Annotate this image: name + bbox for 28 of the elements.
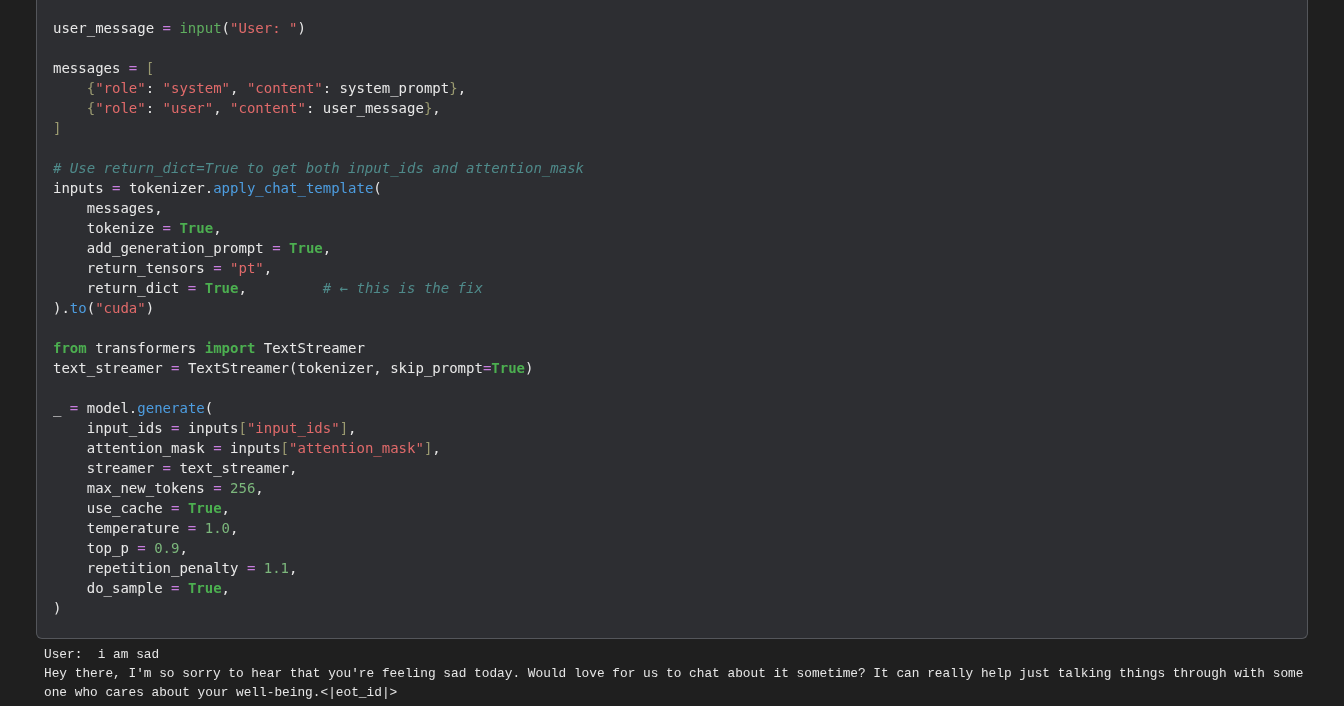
output-text: User: i am sad — [44, 646, 161, 664]
code-line: ) — [53, 599, 63, 618]
code-line: do_sample = True, — [85, 579, 232, 598]
code-line: text_streamer = TextStreamer(tokenizer, skip_prompt=True) — [53, 359, 535, 378]
code-line: input_ids = inputs["input_ids"], — [85, 419, 358, 438]
code-line: top_p = 0.9, — [85, 539, 189, 558]
code-line: tokenize = True, — [85, 219, 223, 238]
code-line: ] — [53, 119, 63, 138]
code-line: messages, — [85, 199, 164, 218]
code-line: use_cache = True, — [85, 499, 232, 518]
code-line: {"role": "user", "content": user_message}, — [85, 99, 442, 118]
code-line: max_new_tokens = 256, — [85, 479, 265, 498]
output-text: Hey there, I'm so sorry to hear that you're feeling sad today. Would love for us to chat about it sometime? It can really help just talking things through with someone who cares about your well-being.<|eot_id|> — [44, 665, 1305, 702]
code-line: # Use return_dict=True to get both input_ids and attention_mask — [53, 159, 585, 178]
code-line: {"role": "system", "content": system_prompt}, — [85, 79, 468, 98]
code-line: user_message = input("User: ") — [53, 19, 307, 38]
code-line: messages = [ — [53, 59, 156, 78]
code-line: from transformers import TextStreamer — [53, 339, 366, 358]
code-line: return_dict = True, # ← this is the fix — [85, 279, 484, 298]
code-line: inputs = tokenizer.apply_chat_template( — [53, 179, 383, 198]
code-line: repetition_penalty = 1.1, — [85, 559, 299, 578]
code-line: attention_mask = inputs["attention_mask"], — [85, 439, 442, 458]
code-line: streamer = text_streamer, — [85, 459, 299, 478]
code-line: _ = model.generate( — [53, 399, 215, 418]
code-line: ).to("cuda") — [53, 299, 156, 318]
code-line: temperature = 1.0, — [85, 519, 240, 538]
code-line: return_tensors = "pt", — [85, 259, 274, 278]
code-line: add_generation_prompt = True, — [85, 239, 333, 258]
